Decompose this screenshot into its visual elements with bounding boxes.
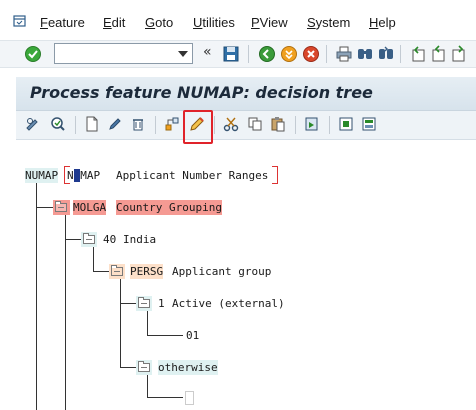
toolbar-separator xyxy=(329,116,330,134)
tree-connector xyxy=(36,207,53,208)
root-node-label: Applicant Number Ranges xyxy=(116,169,269,182)
window-menu-icon[interactable] xyxy=(13,14,27,28)
menu-feature[interactable]: Feature xyxy=(40,15,85,30)
select-block-icon[interactable] xyxy=(304,116,320,132)
next-page-icon[interactable] xyxy=(450,45,468,63)
tree-structure-icon[interactable] xyxy=(164,116,180,132)
check-icon[interactable] xyxy=(50,116,66,132)
standard-toolbar: « xyxy=(0,40,476,68)
tree-connector xyxy=(93,246,94,271)
menu-utilities[interactable]: Utilities xyxy=(193,15,235,30)
toolbar-separator xyxy=(248,45,249,63)
menu-goto[interactable]: Goto xyxy=(145,15,173,30)
expand-subtree-icon[interactable] xyxy=(338,116,354,132)
india-node-value[interactable]: 40 xyxy=(103,232,116,247)
decision-tree: NUMAP NUMAP Applicant Number Ranges MOLG… xyxy=(0,140,476,410)
empty-return-value[interactable] xyxy=(185,391,194,405)
return-value-node[interactable]: 01 xyxy=(186,328,199,343)
first-page-icon[interactable] xyxy=(410,45,428,63)
find-next-icon[interactable] xyxy=(377,45,395,63)
tree-connector xyxy=(120,278,121,367)
title-bar: Process feature NUMAP: decision tree xyxy=(16,77,476,111)
menu-help[interactable]: Help xyxy=(369,15,396,30)
tree-connector xyxy=(147,374,148,397)
menu-pview[interactable]: PView xyxy=(251,15,288,30)
folder-icon[interactable] xyxy=(111,265,123,276)
application-toolbar xyxy=(16,111,476,140)
toolbar-separator xyxy=(400,45,401,63)
folder-icon[interactable] xyxy=(55,201,67,212)
persg-node-label: Applicant group xyxy=(172,265,272,278)
previous-page-icon[interactable] xyxy=(430,45,448,63)
tree-connector xyxy=(36,183,37,410)
active-node-value[interactable]: 1 xyxy=(158,296,165,311)
paste-icon[interactable] xyxy=(270,116,286,132)
collapse-icon[interactable]: « xyxy=(203,44,212,60)
tree-connector xyxy=(120,303,136,304)
back-icon[interactable] xyxy=(258,45,276,63)
cut-scissors-icon[interactable] xyxy=(223,116,239,132)
menu-edit[interactable]: Edit xyxy=(103,15,125,30)
save-icon[interactable] xyxy=(222,45,240,63)
tree-connector xyxy=(65,214,66,410)
toolbar-separator xyxy=(295,116,296,134)
dropdown-arrow-icon[interactable] xyxy=(178,51,188,57)
toolbar-separator xyxy=(326,45,327,63)
molga-node-label: Country Grouping xyxy=(116,200,222,215)
persg-node-name[interactable]: PERSG xyxy=(130,264,164,279)
page-title: Process feature NUMAP: decision tree xyxy=(30,83,373,102)
root-node-name[interactable]: NUMAP xyxy=(25,168,59,183)
find-icon[interactable] xyxy=(356,45,374,63)
display-change-icon[interactable] xyxy=(25,116,41,132)
folder-icon[interactable] xyxy=(138,297,150,308)
copy-icon[interactable] xyxy=(247,116,263,132)
highlight-annotation xyxy=(183,110,213,144)
new-entry-icon[interactable] xyxy=(84,116,100,132)
menu-system[interactable]: System xyxy=(307,15,350,30)
edit-pencil-icon[interactable] xyxy=(107,116,123,132)
print-icon[interactable] xyxy=(335,45,353,63)
tree-connector xyxy=(93,271,109,272)
collapse-subtree-icon[interactable] xyxy=(361,116,377,132)
cancel-icon[interactable] xyxy=(302,45,320,63)
exit-icon[interactable] xyxy=(280,45,298,63)
toolbar-separator xyxy=(75,116,76,134)
root-node-editable[interactable]: NUMAP xyxy=(67,168,100,183)
india-node-label: India xyxy=(123,233,157,246)
edit-bracket-right xyxy=(272,166,278,184)
folder-icon[interactable] xyxy=(138,361,150,372)
tree-connector xyxy=(147,397,183,398)
molga-node-name[interactable]: MOLGA xyxy=(73,200,107,215)
text-cursor xyxy=(74,169,80,182)
active-node-label: Active (external) xyxy=(172,297,285,310)
tree-connector xyxy=(147,310,148,335)
command-field[interactable] xyxy=(54,43,193,64)
tree-connector xyxy=(147,335,183,336)
toolbar-separator xyxy=(155,116,156,134)
tree-connector xyxy=(65,239,81,240)
delete-trash-icon[interactable] xyxy=(130,116,146,132)
toolbar-separator xyxy=(214,116,215,134)
enter-check-icon[interactable] xyxy=(24,45,42,63)
folder-icon[interactable] xyxy=(83,233,95,244)
otherwise-node[interactable]: otherwise xyxy=(158,360,218,375)
tree-connector xyxy=(120,367,136,368)
